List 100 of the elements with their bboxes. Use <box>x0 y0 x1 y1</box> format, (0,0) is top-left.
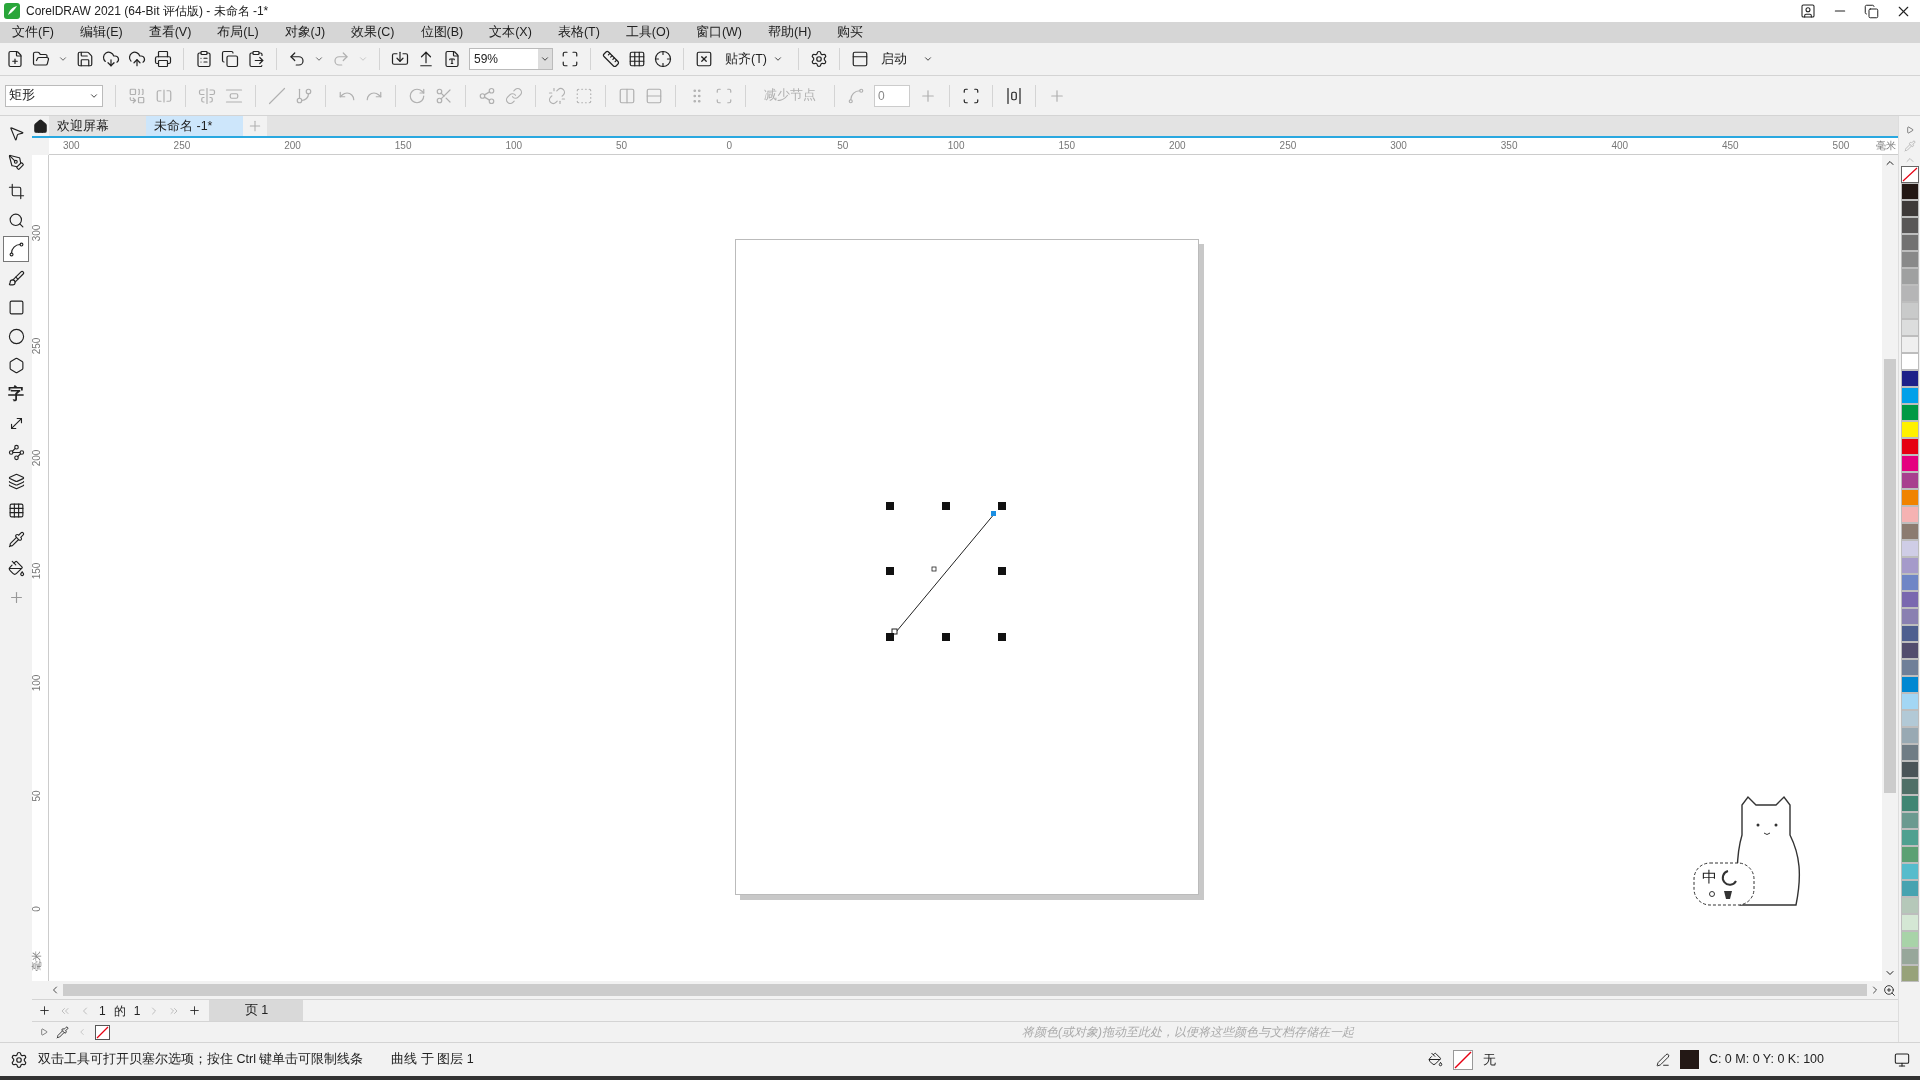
menu-item[interactable]: 工具(O) <box>619 23 676 42</box>
color-swatch[interactable] <box>1900 506 1919 523</box>
menu-item[interactable]: 布局(L) <box>211 23 265 42</box>
horizontal-scrollbar[interactable] <box>63 984 1867 996</box>
color-swatch[interactable] <box>1900 183 1919 200</box>
copy-icon[interactable] <box>221 50 239 68</box>
color-swatch[interactable] <box>1900 659 1919 676</box>
unlink-icon[interactable] <box>548 86 566 105</box>
color-swatch[interactable] <box>1900 676 1919 693</box>
paste-icon[interactable] <box>247 50 265 68</box>
bezier-tool-button[interactable] <box>3 236 29 262</box>
color-swatch[interactable] <box>1900 217 1919 234</box>
menu-item[interactable]: 窗口(W) <box>689 23 749 42</box>
color-swatch[interactable] <box>1900 336 1919 353</box>
undo-icon[interactable] <box>288 50 306 68</box>
eyedropper-icon[interactable] <box>56 1025 69 1039</box>
color-swatch[interactable] <box>1900 625 1919 642</box>
color-swatch[interactable] <box>1900 557 1919 574</box>
no-color-swatch[interactable] <box>95 1024 110 1040</box>
color-swatch[interactable] <box>1900 761 1919 778</box>
color-swatch[interactable] <box>1900 931 1919 948</box>
cloud-download-icon[interactable] <box>102 50 120 68</box>
menu-item[interactable]: 购买 <box>831 23 870 42</box>
caret-icon[interactable] <box>58 54 68 64</box>
menu-item[interactable]: 效果(C) <box>345 23 401 42</box>
document-tab[interactable]: 欢迎屏幕 <box>49 116 146 136</box>
restore-icon[interactable] <box>1864 3 1879 19</box>
color-swatch[interactable] <box>1900 540 1919 557</box>
color-swatch[interactable] <box>1900 472 1919 489</box>
redo-icon[interactable] <box>332 50 350 68</box>
color-swatch[interactable] <box>1900 744 1919 761</box>
color-swatch[interactable] <box>1900 353 1919 370</box>
color-swatch[interactable] <box>1900 642 1919 659</box>
menu-item[interactable]: 文本(X) <box>483 23 538 42</box>
settings-icon[interactable] <box>809 50 828 68</box>
object-type-dropdown[interactable]: 矩形 <box>5 84 103 107</box>
ruler-icon[interactable] <box>602 50 620 68</box>
color-swatch[interactable] <box>1900 319 1919 336</box>
color-swatch[interactable] <box>1900 965 1919 982</box>
color-swatch[interactable] <box>1900 727 1919 744</box>
import-icon[interactable] <box>391 50 409 68</box>
smoothness-field[interactable]: 0 <box>874 84 910 107</box>
color-swatch[interactable] <box>1900 948 1919 965</box>
add-page-icon[interactable] <box>38 1004 51 1017</box>
color-swatch[interactable] <box>1900 846 1919 863</box>
line-segment-icon[interactable] <box>268 86 286 105</box>
launch-dropdown[interactable]: 启动 <box>876 49 937 69</box>
new-document-icon[interactable] <box>6 50 24 68</box>
color-swatch[interactable] <box>1900 914 1919 931</box>
fill-bucket-icon[interactable] <box>1427 1052 1443 1067</box>
snap-dropdown[interactable]: 贴齐(T) <box>721 49 787 69</box>
add-page-icon[interactable] <box>188 1004 202 1017</box>
color-swatch[interactable] <box>1900 795 1919 812</box>
full-screen-icon[interactable] <box>561 50 579 68</box>
color-swatch[interactable] <box>1900 863 1919 880</box>
rotate-icon[interactable] <box>408 86 426 105</box>
box-select-icon[interactable] <box>575 86 593 105</box>
grid-icon[interactable] <box>628 50 646 68</box>
menu-item[interactable]: 表格(T) <box>551 23 606 42</box>
color-swatch[interactable] <box>1900 523 1919 540</box>
color-swatch[interactable] <box>1900 421 1919 438</box>
color-swatch[interactable] <box>1900 693 1919 710</box>
color-swatch[interactable] <box>1900 591 1919 608</box>
color-swatch[interactable] <box>1900 489 1919 506</box>
color-swatch[interactable] <box>1900 880 1919 897</box>
menu-item[interactable]: 查看(V) <box>142 23 198 42</box>
branch-icon[interactable] <box>295 86 313 105</box>
no-color-swatch[interactable] <box>1900 166 1919 183</box>
color-swatch[interactable] <box>1900 234 1919 251</box>
share-nodes-icon[interactable] <box>478 86 496 105</box>
print-icon[interactable] <box>154 50 172 68</box>
menu-item[interactable]: 文件(F) <box>6 23 60 42</box>
page-tab[interactable]: 页 1 <box>209 1000 304 1021</box>
color-swatch[interactable] <box>1900 302 1919 319</box>
color-swatch[interactable] <box>1900 710 1919 727</box>
menu-item[interactable]: 编辑(E) <box>73 23 129 42</box>
cloud-upload-icon[interactable] <box>128 50 146 68</box>
color-swatch[interactable] <box>1900 200 1919 217</box>
caret-icon[interactable] <box>314 54 324 64</box>
color-swatch[interactable] <box>1900 829 1919 846</box>
window-panel-icon[interactable] <box>850 50 869 68</box>
scan-icon[interactable] <box>715 86 733 105</box>
link-icon[interactable] <box>505 86 523 105</box>
color-swatch[interactable] <box>1900 438 1919 455</box>
text-tool-button[interactable]: 字 <box>3 381 29 407</box>
settings-icon[interactable] <box>10 1050 28 1069</box>
color-swatch[interactable] <box>1900 268 1919 285</box>
color-swatch[interactable] <box>1900 404 1919 421</box>
color-swatch[interactable] <box>1900 370 1919 387</box>
color-swatch[interactable] <box>1900 455 1919 472</box>
open-folder-icon[interactable] <box>32 50 50 68</box>
scissors-icon[interactable] <box>435 86 453 105</box>
account-icon[interactable] <box>1800 3 1816 19</box>
save-icon[interactable] <box>76 50 94 68</box>
node-handles-icon[interactable] <box>1005 86 1023 105</box>
menu-item[interactable]: 位图(B) <box>414 23 470 42</box>
color-swatch[interactable] <box>1900 574 1919 591</box>
color-swatch[interactable] <box>1900 251 1919 268</box>
document-tab[interactable]: 未命名 -1* <box>146 116 243 136</box>
color-swatch[interactable] <box>1900 285 1919 302</box>
